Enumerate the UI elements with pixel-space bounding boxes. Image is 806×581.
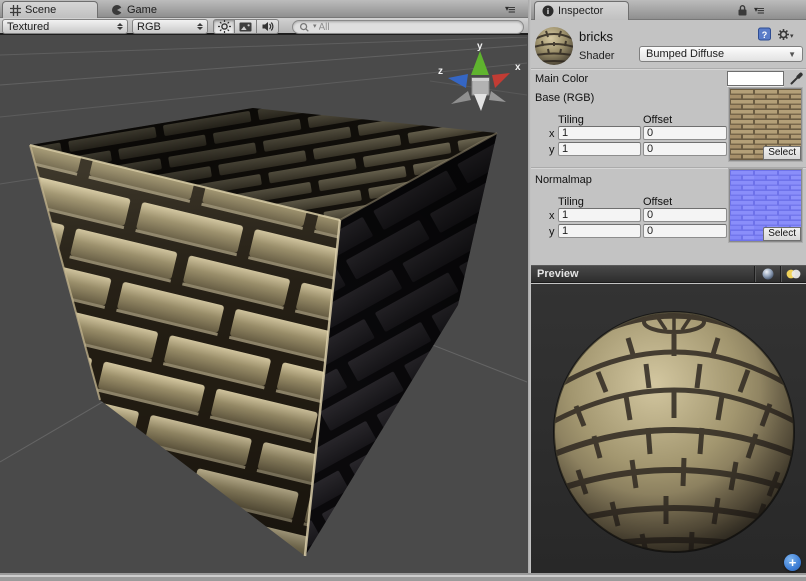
scene-viewport[interactable]: y z x xyxy=(0,37,528,573)
section-separator xyxy=(531,68,806,70)
base-texture-thumbnail[interactable]: Select xyxy=(729,88,802,161)
base-rgb-label: Base (RGB) xyxy=(535,92,594,104)
tab-scene-label: Scene xyxy=(25,4,56,16)
lock-icon[interactable] xyxy=(737,4,748,16)
gear-icon[interactable]: ▾ xyxy=(777,28,795,41)
updown-arrows-icon xyxy=(117,23,123,30)
scene-search-field[interactable]: ▾ xyxy=(292,20,524,34)
gizmo-z-label: z xyxy=(438,66,443,77)
base-tiling-y-field[interactable] xyxy=(558,142,641,156)
preview-header[interactable]: Preview xyxy=(531,265,806,283)
image-icon xyxy=(239,22,252,32)
shader-label: Shader xyxy=(579,50,614,62)
base-offset-header: Offset xyxy=(643,114,672,126)
scene-tabbar: Scene Game ▾≡ xyxy=(0,0,528,18)
preview-title: Preview xyxy=(537,268,579,280)
base-y-label: y xyxy=(549,144,555,156)
draw-mode-dropdown[interactable]: Textured xyxy=(2,19,128,34)
shader-dropdown[interactable]: Bumped Diffuse ▼ xyxy=(639,46,803,62)
unity-editor-window: Scene Game ▾≡ Textured RGB xyxy=(0,0,806,581)
tab-game-label: Game xyxy=(127,4,157,16)
material-name: bricks xyxy=(579,29,613,44)
lighting-toggle-button[interactable] xyxy=(213,19,235,34)
base-tiling-x-field[interactable] xyxy=(558,126,641,140)
tab-scene[interactable]: Scene xyxy=(2,1,98,18)
grid-icon xyxy=(10,5,21,16)
svg-text:▾: ▾ xyxy=(790,33,794,40)
help-icon[interactable]: ? xyxy=(758,27,772,41)
game-view-icon xyxy=(111,4,123,16)
base-select-button[interactable]: Select xyxy=(763,146,801,160)
base-x-label: x xyxy=(549,128,555,140)
info-icon: i xyxy=(542,5,554,17)
plus-icon: + xyxy=(789,556,797,569)
normalmap-select-button[interactable]: Select xyxy=(763,227,801,241)
normalmap-label: Normalmap xyxy=(535,174,592,186)
tab-inspector[interactable]: i Inspector xyxy=(534,1,629,20)
gizmo-y-label: y xyxy=(477,41,483,52)
shader-value: Bumped Diffuse xyxy=(646,48,724,60)
eyedropper-icon[interactable] xyxy=(789,70,805,86)
normalmap-tiling-x-field[interactable] xyxy=(558,208,641,222)
inspector-panel: i Inspector ▾≡ xyxy=(531,0,806,573)
scene-toolbar: Textured RGB xyxy=(0,18,528,35)
dropdown-arrow-icon: ▼ xyxy=(788,50,796,59)
speaker-icon xyxy=(262,21,274,32)
effects-toggle-button[interactable] xyxy=(235,19,257,34)
preview-mesh-button[interactable] xyxy=(754,266,780,282)
svg-text:?: ? xyxy=(762,30,768,40)
gizmo-x-label: x xyxy=(515,62,521,73)
preview-lighting-button[interactable] xyxy=(780,266,806,282)
scene-viewport-canvas[interactable]: y z x xyxy=(0,37,528,573)
normalmap-tiling-header: Tiling xyxy=(558,196,584,208)
normalmap-offset-x-field[interactable] xyxy=(643,208,727,222)
window-bottom-chrome xyxy=(0,575,806,581)
tab-game[interactable]: Game xyxy=(104,1,164,18)
scene-panel-menu-icon[interactable]: ▾≡ xyxy=(505,2,515,17)
gizmo-cube-top-face xyxy=(472,78,489,81)
material-sphere-thumbnail[interactable] xyxy=(534,26,574,66)
main-color-label: Main Color xyxy=(535,73,588,85)
inspector-panel-menu-icon[interactable]: ▾≡ xyxy=(754,3,764,18)
color-mode-value: RGB xyxy=(137,21,193,33)
search-icon xyxy=(299,22,311,33)
draw-mode-value: Textured xyxy=(7,21,113,33)
tab-inspector-label: Inspector xyxy=(558,5,603,17)
add-button[interactable]: + xyxy=(784,554,801,571)
search-input[interactable] xyxy=(319,21,517,33)
updown-arrows-icon xyxy=(197,23,203,30)
base-offset-y-field[interactable] xyxy=(643,142,727,156)
base-tiling-header: Tiling xyxy=(558,114,584,126)
preview-sphere[interactable] xyxy=(550,306,798,554)
two-lights-icon xyxy=(786,269,801,279)
color-mode-dropdown[interactable]: RGB xyxy=(132,19,208,34)
normalmap-offset-y-field[interactable] xyxy=(643,224,727,238)
normalmap-texture-thumbnail[interactable]: Select xyxy=(729,169,802,242)
inspector-tabbar: i Inspector ▾≡ xyxy=(531,0,806,20)
preview-body[interactable]: + xyxy=(531,284,806,573)
normalmap-tiling-y-field[interactable] xyxy=(558,224,641,238)
normalmap-y-label: y xyxy=(549,226,555,238)
normalmap-offset-header: Offset xyxy=(643,196,672,208)
sphere-icon xyxy=(762,268,774,280)
base-offset-x-field[interactable] xyxy=(643,126,727,140)
main-color-swatch[interactable] xyxy=(727,71,784,86)
audio-toggle-button[interactable] xyxy=(257,19,279,34)
sun-icon xyxy=(218,20,231,33)
normalmap-x-label: x xyxy=(549,210,555,222)
scene-panel: Scene Game ▾≡ Textured RGB xyxy=(0,0,528,573)
svg-text:i: i xyxy=(547,7,549,16)
